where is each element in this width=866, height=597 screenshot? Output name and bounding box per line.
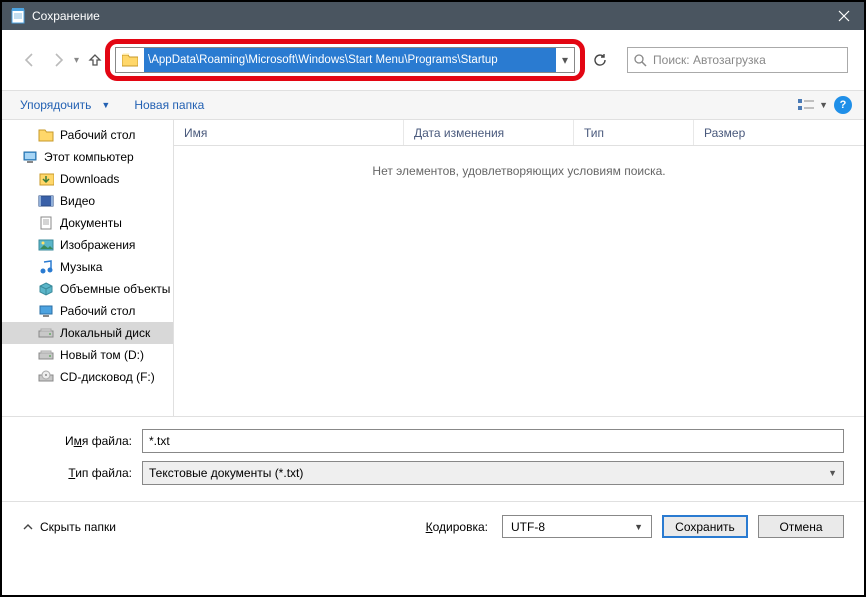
col-name[interactable]: Имя (174, 120, 404, 145)
tree-item[interactable]: Рабочий стол (2, 124, 173, 146)
filename-input[interactable] (142, 429, 844, 453)
drive-icon (38, 325, 54, 341)
cddrive-icon (38, 369, 54, 385)
video-icon (38, 193, 54, 209)
navbar: ▾ \AppData\Roaming\Microsoft\Windows\Sta… (2, 30, 864, 90)
tree-item-label: Downloads (60, 172, 119, 186)
chevron-down-icon: ▼ (634, 522, 643, 532)
view-menu[interactable]: ▼ (797, 98, 828, 112)
encoding-value: UTF-8 (511, 520, 545, 534)
tree-item[interactable]: Новый том (D:) (2, 344, 173, 366)
desktop-icon (38, 127, 54, 143)
refresh-button[interactable] (587, 47, 613, 73)
tree-item-label: Видео (60, 194, 95, 208)
tree-item-label: Документы (60, 216, 122, 230)
search-placeholder: Поиск: Автозагрузка (653, 53, 766, 67)
downloads-icon (38, 171, 54, 187)
titlebar: Сохранение (2, 2, 864, 30)
new-folder-button[interactable]: Новая папка (128, 94, 210, 116)
col-date[interactable]: Дата изменения (404, 120, 574, 145)
drive-icon (38, 347, 54, 363)
tree-item[interactable]: Музыка (2, 256, 173, 278)
help-button[interactable]: ? (834, 96, 852, 114)
save-button[interactable]: Сохранить (662, 515, 748, 538)
empty-message: Нет элементов, удовлетворяющих условиям … (174, 164, 864, 178)
folder-icon (120, 50, 140, 70)
view-icon (797, 98, 817, 112)
window-title: Сохранение (32, 9, 824, 23)
address-dropdown[interactable]: ▾ (556, 53, 574, 67)
footer: Скрыть папки Кодировка: UTF-8 ▼ Сохранит… (2, 501, 864, 551)
main-area: Рабочий стол Этот компьютер Downloads Видео… (2, 120, 864, 416)
tree-item-label: CD-дисковод (F:) (60, 370, 155, 384)
music-icon (38, 259, 54, 275)
tree-item[interactable]: Изображения (2, 234, 173, 256)
tree-item-label: Рабочий стол (60, 128, 135, 142)
chevron-down-icon: ▼ (828, 468, 837, 478)
cancel-button[interactable]: Отмена (758, 515, 844, 538)
col-size[interactable]: Размер (694, 120, 864, 145)
tree-item-label: Изображения (60, 238, 135, 252)
tree-item[interactable]: Документы (2, 212, 173, 234)
tree-item-label: Локальный диск (60, 326, 150, 340)
address-path[interactable]: \AppData\Roaming\Microsoft\Windows\Start… (144, 48, 556, 72)
filename-label: Имя файла: (22, 434, 142, 448)
tree-item-label: Этот компьютер (44, 150, 134, 164)
back-button[interactable] (18, 48, 42, 72)
column-headers: Имя Дата изменения Тип Размер (174, 120, 864, 146)
tree-item-label: Рабочий стол (60, 304, 135, 318)
search-icon (634, 54, 647, 67)
toolbar: Упорядочить ▼ Новая папка ▼ ? (2, 90, 864, 120)
3dobjects-icon (38, 281, 54, 297)
notepad-icon (10, 8, 26, 24)
tree-item-label: Объемные объекты (60, 282, 170, 296)
desktop2-icon (38, 303, 54, 319)
up-button[interactable] (83, 48, 107, 72)
filetype-combo[interactable]: Текстовые документы (*.txt) ▼ (142, 461, 844, 485)
address-bar[interactable]: \AppData\Roaming\Microsoft\Windows\Start… (115, 47, 575, 73)
encoding-combo[interactable]: UTF-8 ▼ (502, 515, 652, 538)
thispc-icon (22, 149, 38, 165)
tree-item[interactable]: CD-дисковод (F:) (2, 366, 173, 388)
tree-item[interactable]: Локальный диск (2, 322, 173, 344)
encoding-label: Кодировка: (426, 520, 488, 534)
tree-item[interactable]: Downloads (2, 168, 173, 190)
chevron-up-icon (22, 521, 34, 533)
tree-item-label: Музыка (60, 260, 102, 274)
filetype-label: Тип файла: (22, 466, 142, 480)
tree-item[interactable]: Рабочий стол (2, 300, 173, 322)
hide-folders-button[interactable]: Скрыть папки (22, 520, 116, 534)
organize-menu[interactable]: Упорядочить (14, 94, 97, 116)
documents-icon (38, 215, 54, 231)
pictures-icon (38, 237, 54, 253)
nav-tree[interactable]: Рабочий стол Этот компьютер Downloads Видео… (2, 120, 174, 416)
close-button[interactable] (824, 2, 864, 30)
tree-item[interactable]: Объемные объекты (2, 278, 173, 300)
tree-item[interactable]: Видео (2, 190, 173, 212)
search-input[interactable]: Поиск: Автозагрузка (627, 47, 848, 73)
form-area: Имя файла: Тип файла: Текстовые документ… (2, 416, 864, 501)
chevron-down-icon[interactable]: ▼ (101, 100, 110, 110)
filetype-value: Текстовые документы (*.txt) (149, 466, 303, 480)
recent-dropdown[interactable]: ▾ (74, 55, 79, 66)
file-list: Имя Дата изменения Тип Размер Нет элемен… (174, 120, 864, 416)
forward-button[interactable] (46, 48, 70, 72)
col-type[interactable]: Тип (574, 120, 694, 145)
tree-item-label: Новый том (D:) (60, 348, 144, 362)
tree-item[interactable]: Этот компьютер (2, 146, 173, 168)
